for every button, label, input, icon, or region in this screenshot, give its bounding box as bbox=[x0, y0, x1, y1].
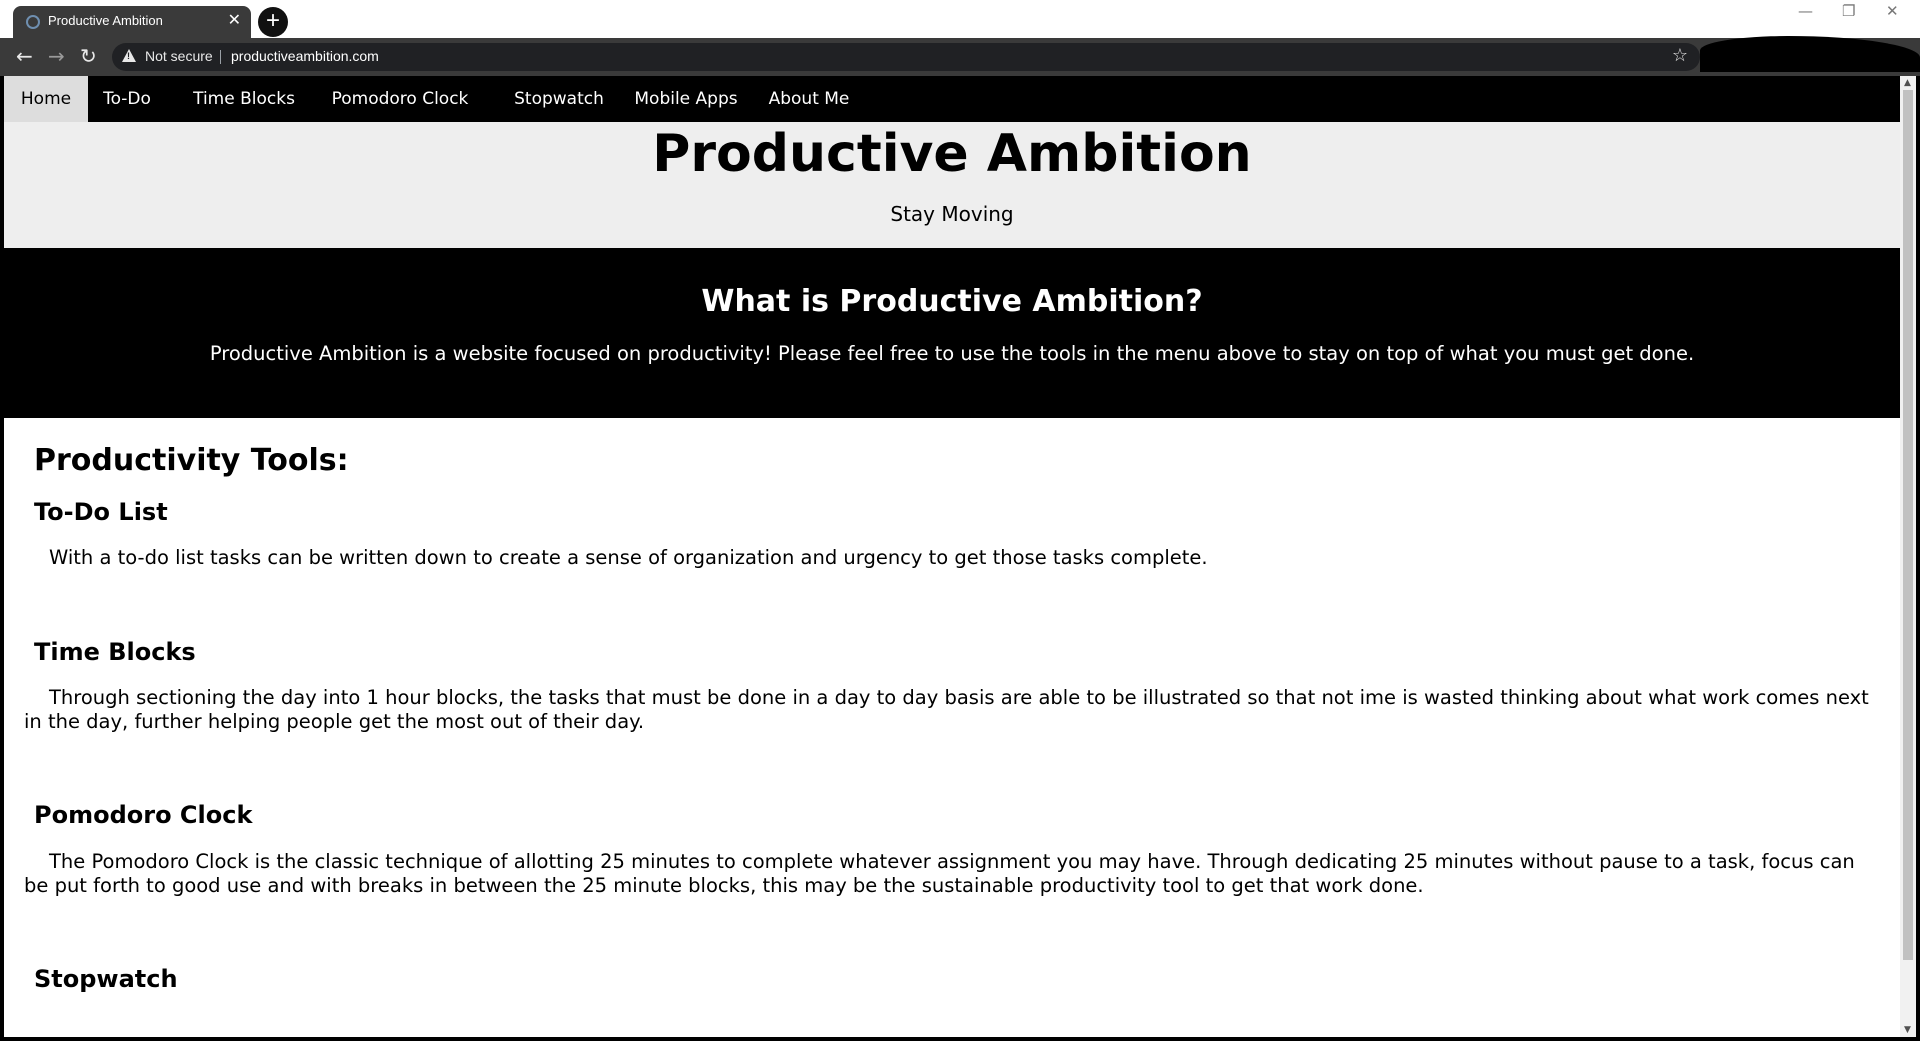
divider bbox=[220, 50, 221, 64]
nav-to-do[interactable]: To-Do bbox=[88, 76, 166, 122]
back-arrow-icon[interactable]: ← bbox=[16, 44, 33, 68]
restore-icon[interactable]: ❐ bbox=[1842, 2, 1855, 20]
scroll-up-arrow-icon[interactable]: ▲ bbox=[1904, 78, 1911, 88]
site-title: Productive Ambition bbox=[652, 124, 1252, 184]
window-border bbox=[1916, 76, 1920, 1041]
window-border bbox=[0, 76, 4, 1041]
minimize-icon[interactable]: — bbox=[1798, 2, 1813, 20]
close-tab-icon[interactable]: ✕ bbox=[228, 11, 241, 31]
security-status[interactable]: Not secure bbox=[145, 48, 213, 64]
page-viewport: Home To-Do Time Blocks Pomodoro Clock St… bbox=[4, 76, 1900, 1037]
scroll-down-arrow-icon[interactable]: ▼ bbox=[1904, 1025, 1911, 1035]
reload-icon[interactable]: ↻ bbox=[80, 44, 97, 68]
tools-section: Productivity Tools: To-Do List With a to… bbox=[4, 418, 1900, 1037]
tool-description: With a to-do list tasks can be written d… bbox=[49, 546, 1208, 569]
nav-stopwatch[interactable]: Stopwatch bbox=[494, 76, 624, 122]
site-subtitle: Stay Moving bbox=[890, 202, 1014, 226]
site-favicon-icon bbox=[26, 15, 40, 29]
window-border bbox=[0, 1037, 1920, 1041]
tool-title: To-Do List bbox=[34, 498, 168, 526]
nav-home[interactable]: Home bbox=[4, 76, 88, 122]
tool-title: Time Blocks bbox=[34, 638, 196, 666]
scrollbar[interactable]: ▲ ▼ bbox=[1900, 76, 1916, 1037]
forward-arrow-icon[interactable]: → bbox=[48, 44, 65, 68]
close-window-icon[interactable]: ✕ bbox=[1886, 2, 1899, 20]
scroll-thumb[interactable] bbox=[1903, 90, 1913, 960]
about-text: Productive Ambition is a website focused… bbox=[209, 342, 1695, 365]
tool-title: Pomodoro Clock bbox=[34, 801, 253, 829]
nav-about-me[interactable]: About Me bbox=[756, 76, 862, 122]
tool-description: Through sectioning the day into 1 hour b… bbox=[24, 686, 1869, 733]
tool-description: The Pomodoro Clock is the classic techni… bbox=[24, 850, 1855, 897]
bookmark-star-icon[interactable]: ☆ bbox=[1672, 45, 1688, 66]
about-section: What is Productive Ambition? Productive … bbox=[4, 248, 1900, 418]
warning-icon bbox=[122, 49, 136, 62]
nav-time-blocks[interactable]: Time Blocks bbox=[166, 76, 322, 122]
browser-tab-strip: Productive Ambition ✕ + — ❐ ✕ bbox=[0, 0, 1920, 38]
tools-heading: Productivity Tools: bbox=[34, 443, 349, 478]
browser-toolbar: ← → ↻ Not secure productiveambition.com … bbox=[0, 38, 1920, 76]
about-title: What is Productive Ambition? bbox=[701, 284, 1203, 319]
tab-title: Productive Ambition bbox=[48, 13, 163, 28]
hero-section: Productive Ambition Stay Moving bbox=[4, 122, 1900, 248]
site-navbar: Home To-Do Time Blocks Pomodoro Clock St… bbox=[4, 76, 1900, 122]
url-text[interactable]: productiveambition.com bbox=[231, 48, 379, 64]
tool-title: Stopwatch bbox=[34, 965, 178, 993]
new-tab-button[interactable]: + bbox=[258, 7, 288, 37]
nav-pomodoro-clock[interactable]: Pomodoro Clock bbox=[322, 76, 478, 122]
browser-tab[interactable]: Productive Ambition ✕ bbox=[13, 6, 251, 38]
address-bar[interactable]: Not secure productiveambition.com ☆ bbox=[112, 43, 1700, 71]
nav-mobile-apps[interactable]: Mobile Apps bbox=[624, 76, 748, 122]
